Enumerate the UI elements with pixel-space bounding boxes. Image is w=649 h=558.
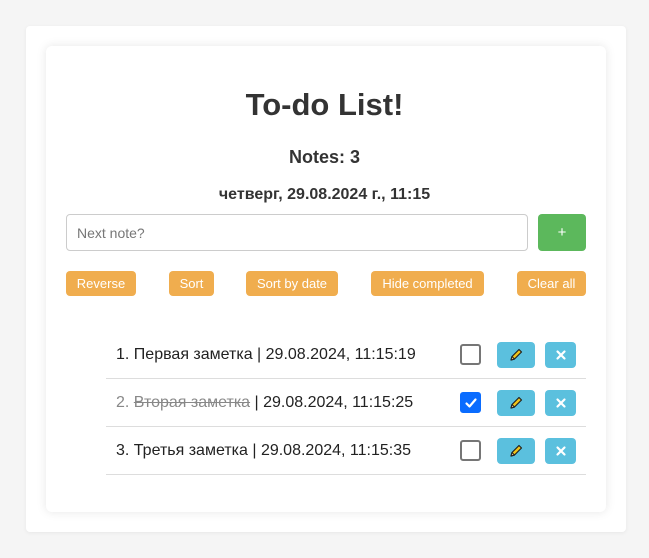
edit-note-button[interactable] — [497, 342, 535, 368]
note-complete-checkbox[interactable] — [460, 344, 481, 365]
note-text: 3. Третья заметка | 29.08.2024, 11:15:35 — [116, 441, 411, 461]
current-datetime: четверг, 29.08.2024 г., 11:15 — [218, 186, 431, 203]
note-timestamp: | 29.08.2024, 11:15:35 — [247, 442, 411, 459]
add-note-button[interactable]: + — [538, 214, 586, 251]
note-index: 1. — [116, 346, 130, 363]
note-index: 3. — [116, 442, 130, 459]
clear-all-button[interactable]: Clear all — [517, 271, 586, 296]
notes-count: Notes: 3 — [288, 147, 360, 167]
note-name: Вторая заметка — [133, 394, 251, 411]
close-icon — [555, 446, 566, 456]
delete-note-button[interactable] — [545, 342, 576, 368]
note-text: 1. Первая заметка | 29.08.2024, 11:15:19 — [116, 345, 416, 365]
note-complete-checkbox[interactable] — [460, 392, 481, 413]
note-timestamp: | 29.08.2024, 11:15:25 — [250, 394, 414, 411]
checkmark-icon — [464, 397, 477, 408]
edit-note-button[interactable] — [497, 390, 535, 416]
note-timestamp: | 29.08.2024, 11:15:19 — [252, 346, 416, 363]
pencil-icon — [510, 348, 523, 361]
pencil-icon — [510, 396, 523, 409]
edit-note-button[interactable] — [497, 438, 535, 464]
reverse-button[interactable]: Reverse — [66, 271, 136, 296]
note-row: 1. Первая заметка | 29.08.2024, 11:15:19 — [106, 331, 586, 379]
delete-note-button[interactable] — [545, 438, 576, 464]
close-icon — [555, 350, 566, 360]
notes-list: 1. Первая заметка | 29.08.2024, 11:15:19… — [106, 331, 586, 475]
hide-completed-button[interactable]: Hide completed — [371, 271, 484, 296]
note-row: 3. Третья заметка | 29.08.2024, 11:15:35 — [106, 427, 586, 475]
sort-button[interactable]: Sort — [169, 271, 214, 296]
pencil-icon — [510, 444, 523, 457]
new-note-input[interactable] — [66, 214, 528, 251]
note-text: 2. Вторая заметка | 29.08.2024, 11:15:25 — [116, 393, 413, 413]
note-index: 2. — [116, 394, 130, 411]
note-name: Третья заметка — [133, 442, 248, 459]
close-icon — [555, 398, 566, 408]
note-row: 2. Вторая заметка | 29.08.2024, 11:15:25 — [106, 379, 586, 427]
page-title: To-do List! — [245, 87, 404, 122]
note-name: Первая заметка — [133, 346, 253, 363]
delete-note-button[interactable] — [545, 390, 576, 416]
note-complete-checkbox[interactable] — [460, 440, 481, 461]
sort-by-date-button[interactable]: Sort by date — [246, 271, 338, 296]
